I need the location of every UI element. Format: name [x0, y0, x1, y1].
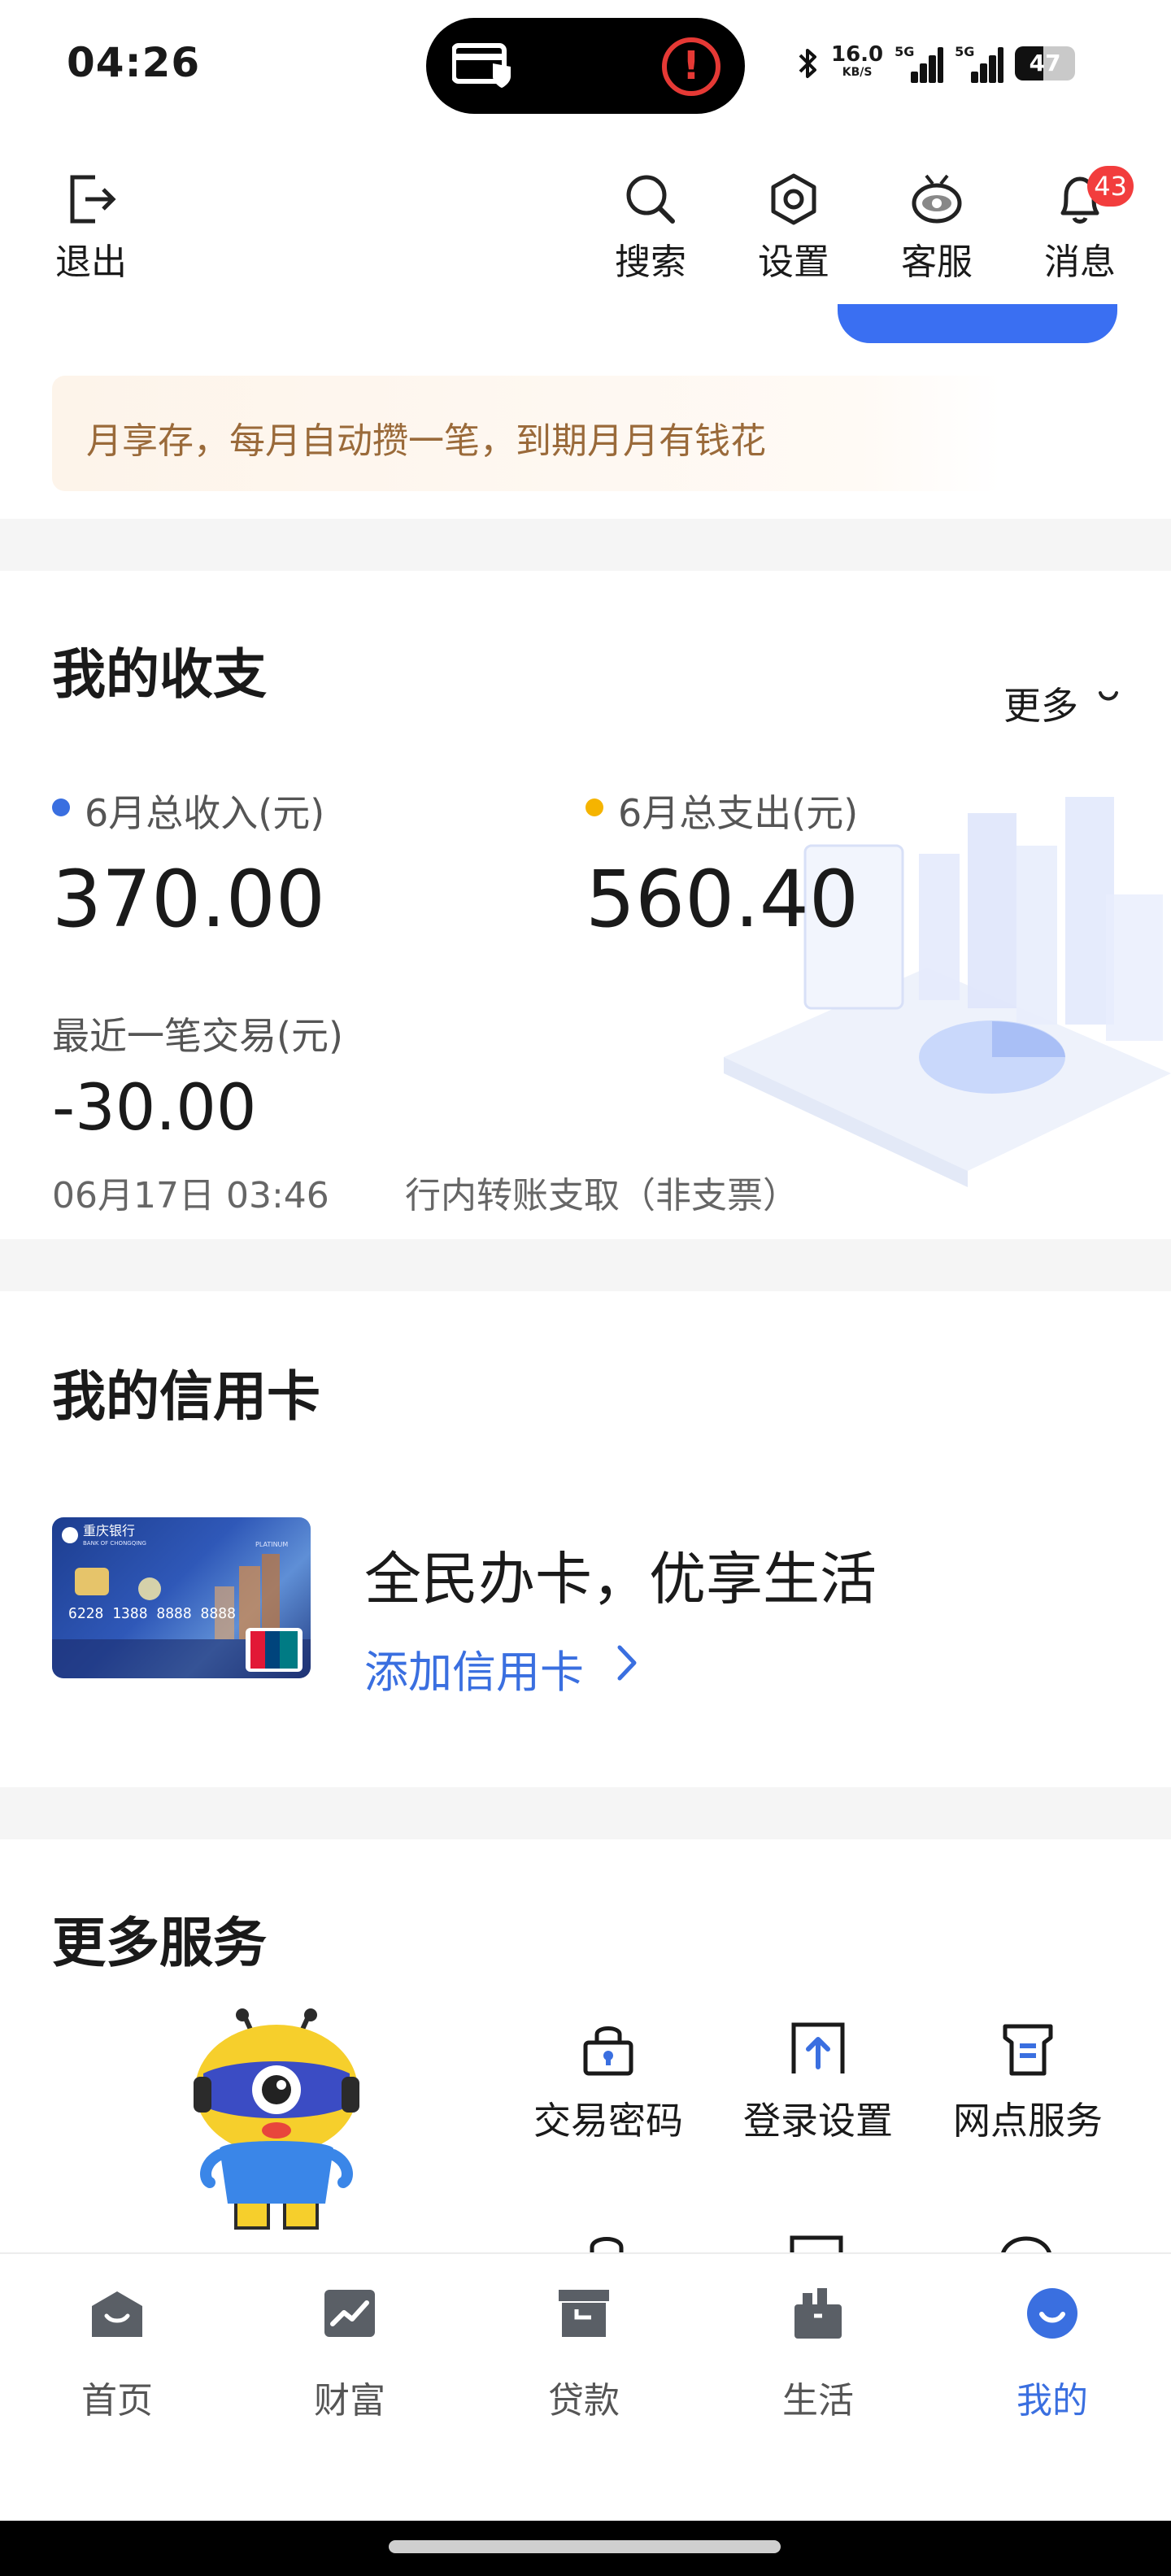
section-divider	[0, 1239, 1171, 1291]
card-bank-name: 重庆银行	[83, 1523, 135, 1538]
system-icons: 16.0 KB/S 5G 5G 47	[795, 39, 1076, 88]
home-indicator[interactable]	[389, 2540, 781, 2553]
section-divider	[0, 519, 1171, 571]
service-login-settings[interactable]: 登录设置	[729, 2017, 908, 2145]
settings-button[interactable]: 设置	[737, 171, 851, 285]
search-button[interactable]: 搜索	[594, 171, 707, 285]
expense-label: 6月总支出(元)	[618, 791, 859, 835]
income-label: 6月总收入(元)	[85, 791, 325, 835]
nav-wealth[interactable]: 财富	[268, 2287, 431, 2423]
recent-transaction-desc: 行内转账支取（非支票）	[405, 1175, 799, 1216]
recent-transaction-label: 最近一笔交易(元)	[52, 1014, 343, 1058]
recent-transaction-date: 06月17日 03:46	[52, 1175, 329, 1216]
exit-icon	[70, 175, 116, 224]
chevron-down-icon[interactable]	[1096, 688, 1121, 707]
card-bank-en: BANK OF CHONGQING	[83, 1540, 146, 1547]
bee-mascot-image	[194, 2008, 359, 2230]
nav-life[interactable]: 生活	[737, 2287, 899, 2423]
service-bot-icon	[912, 174, 962, 224]
promo-banner[interactable]: 月享存，每月自动攒一笔，到期月月有钱花	[52, 376, 1002, 491]
top-header: 退出 搜索 设置 客服 消息 43	[0, 154, 1171, 317]
signal-icon: 5G	[895, 44, 944, 83]
settings-label: 设置	[758, 242, 829, 283]
card-art: 重庆银行 BANK OF CHONGQING PLATINUM 6228 138…	[52, 1523, 311, 1678]
network-speed: 16.0 KB/S	[831, 42, 884, 79]
nav-label: 首页	[81, 2380, 153, 2422]
search-label: 搜索	[615, 242, 686, 283]
credit-card-section-title: 我的信用卡	[52, 1365, 320, 1428]
bottom-navigation: 首页 财富 贷款 生活 我的	[0, 2252, 1171, 2521]
loan-box-icon	[559, 2290, 609, 2337]
battery-icon: 47	[1015, 46, 1076, 80]
life-bag-icon	[794, 2288, 842, 2339]
nav-home[interactable]: 首页	[36, 2287, 198, 2423]
more-link[interactable]: 更多	[1003, 677, 1078, 730]
income-section-title: 我的收支	[52, 643, 267, 706]
add-credit-card-link[interactable]: 添加信用卡	[364, 1636, 584, 1700]
credit-card-headline: 全民办卡，优享生活	[364, 1546, 877, 1612]
signal-icon-2: 5G	[955, 44, 1004, 83]
service-label: 网点服务	[953, 2099, 1103, 2143]
status-bar: 04:26 ! 16.0 KB/S 5G 5G 47	[0, 0, 1171, 130]
nav-profile[interactable]: 我的	[971, 2287, 1134, 2423]
bluetooth-icon	[799, 49, 816, 78]
exit-button[interactable]: 退出	[34, 171, 148, 285]
wealth-chart-icon	[324, 2290, 375, 2337]
promo-text: 月享存，每月自动攒一笔，到期月月有钱花	[86, 420, 766, 462]
services-section-title: 更多服务	[52, 1912, 267, 1974]
nav-label: 我的	[1016, 2380, 1088, 2422]
section-divider	[0, 1787, 1171, 1839]
gear-icon	[771, 173, 816, 225]
login-upload-icon	[791, 2022, 845, 2073]
expense-value: 560.40	[586, 854, 859, 945]
card-shield-icon	[452, 43, 511, 88]
nav-label: 财富	[314, 2380, 385, 2422]
message-count-badge: 43	[1087, 166, 1134, 207]
city-illustration	[724, 797, 1171, 1187]
exit-label: 退出	[55, 242, 127, 283]
alert-icon: !	[662, 37, 720, 96]
expense-dot	[586, 798, 603, 816]
credit-card-image[interactable]: 重庆银行 BANK OF CHONGQING PLATINUM 6228 138…	[52, 1517, 311, 1678]
lock-icon	[583, 2026, 633, 2076]
service-label: 客服	[901, 242, 973, 283]
chevron-right-icon[interactable]	[615, 1643, 639, 1683]
service-trade-password[interactable]: 交易密码	[519, 2017, 698, 2145]
nav-label: 生活	[782, 2380, 854, 2422]
card-number: 6228 1388 8888 8888	[68, 1605, 236, 1622]
search-icon	[626, 175, 675, 224]
income-value: 370.00	[52, 854, 325, 945]
home-icon	[92, 2291, 142, 2337]
messages-button[interactable]: 消息 43	[1023, 166, 1137, 285]
service-branch[interactable]: 网点服务	[938, 2017, 1117, 2145]
nav-label: 贷款	[548, 2380, 620, 2422]
customer-service-button[interactable]: 客服	[880, 171, 994, 285]
nav-loan[interactable]: 贷款	[503, 2287, 665, 2423]
card-tier: PLATINUM	[255, 1541, 288, 1548]
recent-transaction-amount[interactable]: -30.00	[52, 1072, 256, 1145]
messages-label: 消息	[1044, 242, 1116, 283]
service-label: 交易密码	[533, 2099, 683, 2143]
dynamic-island[interactable]: !	[426, 18, 745, 114]
branch-icon	[1003, 2024, 1053, 2076]
profile-icon	[1027, 2288, 1077, 2339]
service-label: 登录设置	[743, 2099, 893, 2143]
header-accent-pill	[838, 304, 1117, 343]
income-dot	[52, 798, 70, 816]
clock: 04:26	[67, 39, 201, 86]
